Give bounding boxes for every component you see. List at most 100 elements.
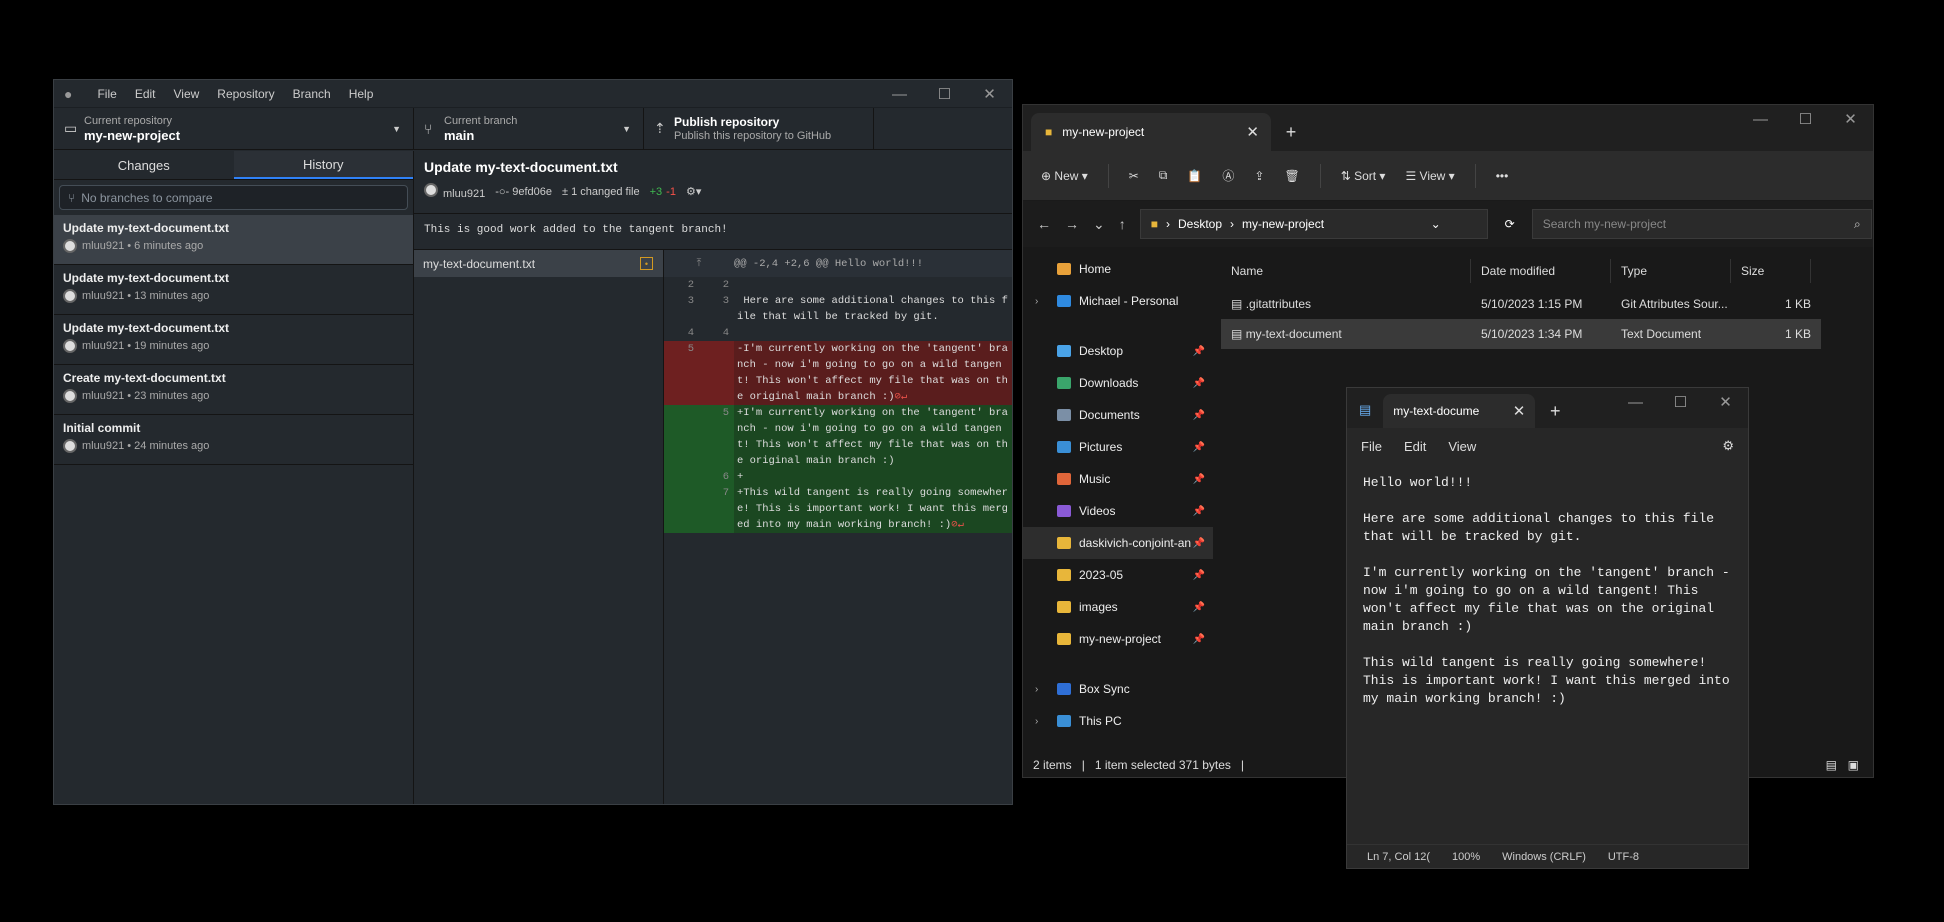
pin-icon[interactable]: 📌 <box>1193 378 1205 389</box>
line-number: 3 <box>722 295 729 307</box>
gh-menu-edit[interactable]: Edit <box>126 87 165 101</box>
pin-icon[interactable]: 📌 <box>1193 634 1205 645</box>
sidebar-item[interactable]: Downloads 📌 <box>1023 367 1213 399</box>
file-name: .gitattributes <box>1245 297 1312 311</box>
upload-icon: ⇡ <box>654 120 666 136</box>
commit-item[interactable]: Update my-text-document.txt mluu921 • 13 … <box>54 265 413 315</box>
sidebar-item[interactable]: Videos 📌 <box>1023 495 1213 527</box>
more-options-icon[interactable]: ••• <box>1496 169 1509 183</box>
new-tab-icon[interactable]: + <box>1535 394 1575 428</box>
path-bar[interactable]: ■ › Desktop › my-new-project ⌄ ⟳ <box>1139 209 1515 239</box>
gear-icon[interactable]: ⚙ <box>1722 438 1734 454</box>
np-menu-view[interactable]: View <box>1448 439 1476 454</box>
sidebar-item[interactable]: › Box Sync <box>1023 673 1213 705</box>
close-icon[interactable]: ✕ <box>967 80 1012 108</box>
chevron-right-icon[interactable]: › <box>1035 684 1038 695</box>
sidebar-item[interactable]: Documents 📌 <box>1023 399 1213 431</box>
col-name[interactable]: Name <box>1221 259 1471 283</box>
minimize-icon[interactable]: — <box>877 80 922 108</box>
pin-icon[interactable]: 📌 <box>1193 474 1205 485</box>
current-repository-button[interactable]: ▭ Current repository my-new-project ▼ <box>54 108 414 149</box>
pin-icon[interactable]: 📌 <box>1193 570 1205 581</box>
gh-menu-repository[interactable]: Repository <box>208 87 283 101</box>
expand-icon[interactable]: ⤒ <box>664 258 734 270</box>
commit-item[interactable]: Update my-text-document.txt mluu921 • 6 m… <box>54 215 413 265</box>
minimize-icon[interactable]: — <box>1738 105 1783 133</box>
forward-icon[interactable]: → <box>1065 216 1079 232</box>
minimize-icon[interactable]: — <box>1613 388 1658 416</box>
tab-changes[interactable]: Changes <box>54 151 234 179</box>
changed-file-item[interactable]: my-text-document.txt • <box>414 250 663 277</box>
up-icon[interactable]: ↑ <box>1119 216 1126 232</box>
gh-menu-branch[interactable]: Branch <box>284 87 340 101</box>
maximize-icon[interactable]: ☐ <box>1658 388 1703 416</box>
close-tab-icon[interactable]: ✕ <box>1246 123 1259 141</box>
new-button[interactable]: ⊕ New ▾ <box>1041 169 1088 183</box>
tiles-view-icon[interactable]: ▣ <box>1848 758 1859 772</box>
chevron-right-icon[interactable]: › <box>1035 716 1038 727</box>
np-menu-edit[interactable]: Edit <box>1404 439 1426 454</box>
col-date[interactable]: Date modified <box>1471 259 1611 283</box>
notepad-tab[interactable]: my-text-docume ✕ <box>1383 394 1536 428</box>
chevron-right-icon[interactable]: › <box>1035 296 1038 307</box>
pin-icon[interactable]: 📌 <box>1193 346 1205 357</box>
np-menu-file[interactable]: File <box>1361 439 1382 454</box>
maximize-icon[interactable]: ☐ <box>1783 105 1828 133</box>
sidebar-item[interactable]: › This PC <box>1023 705 1213 737</box>
gh-menu-file[interactable]: File <box>88 87 125 101</box>
col-type[interactable]: Type <box>1611 259 1731 283</box>
copy-icon[interactable]: ⧉ <box>1159 168 1168 183</box>
commit-item[interactable]: Initial commit mluu921 • 24 minutes ago <box>54 415 413 465</box>
close-tab-icon[interactable]: ✕ <box>1513 402 1526 420</box>
share-icon[interactable]: ⇪ <box>1254 169 1264 183</box>
gh-menu-help[interactable]: Help <box>340 87 383 101</box>
cut-icon[interactable]: ✂ <box>1129 169 1139 183</box>
sidebar-item[interactable]: my-new-project 📌 <box>1023 623 1213 655</box>
file-size: 1 KB <box>1784 297 1811 311</box>
refresh-icon[interactable]: ⟳ <box>1505 217 1515 231</box>
paste-icon[interactable]: 📋 <box>1187 169 1202 183</box>
col-size[interactable]: Size <box>1731 259 1811 283</box>
file-type: Git Attributes Sour... <box>1621 297 1728 311</box>
commit-item[interactable]: Update my-text-document.txt mluu921 • 19 … <box>54 315 413 365</box>
notepad-text-area[interactable]: Hello world!!! Here are some additional … <box>1347 464 1748 718</box>
sidebar-item[interactable]: Desktop 📌 <box>1023 335 1213 367</box>
tab-history[interactable]: History <box>233 151 413 179</box>
details-view-icon[interactable]: ▤ <box>1826 758 1837 772</box>
pin-icon[interactable]: 📌 <box>1193 602 1205 613</box>
gh-menu-view[interactable]: View <box>165 87 209 101</box>
close-icon[interactable]: ✕ <box>1828 105 1873 133</box>
sidebar-item[interactable]: Home <box>1023 253 1213 285</box>
pin-icon[interactable]: 📌 <box>1193 410 1205 421</box>
publish-repository-button[interactable]: ⇡ Publish repository Publish this reposit… <box>644 108 874 149</box>
search-input[interactable]: Search my-new-project ⌕ <box>1531 209 1872 239</box>
sidebar-item[interactable]: images 📌 <box>1023 591 1213 623</box>
rename-icon[interactable]: Ⓐ <box>1222 167 1234 184</box>
commit-item[interactable]: Create my-text-document.txt mluu921 • 23 … <box>54 365 413 415</box>
sidebar-item[interactable]: › Michael - Personal <box>1023 285 1213 317</box>
view-button[interactable]: ☰ View ▾ <box>1405 169 1454 183</box>
sidebar-item[interactable]: 2023-05 📌 <box>1023 559 1213 591</box>
sort-button[interactable]: ⇅ Sort ▾ <box>1341 169 1386 183</box>
branch-compare-input[interactable]: ⑂ No branches to compare <box>59 185 408 210</box>
recent-chevron-icon[interactable]: ⌄ <box>1093 216 1105 233</box>
back-icon[interactable]: ← <box>1037 216 1051 232</box>
breadcrumb-desktop[interactable]: Desktop <box>1178 217 1222 231</box>
breadcrumb-project[interactable]: my-new-project <box>1242 217 1324 231</box>
close-icon[interactable]: ✕ <box>1703 388 1748 416</box>
pin-icon[interactable]: 📌 <box>1193 506 1205 517</box>
current-branch-button[interactable]: ⑂ Current branch main ▼ <box>414 108 644 149</box>
new-tab-icon[interactable]: + <box>1271 113 1311 151</box>
file-row[interactable]: ▤ .gitattributes 5/10/2023 1:15 PM Git A… <box>1221 289 1873 319</box>
explorer-tab[interactable]: ■ my-new-project ✕ <box>1031 113 1271 151</box>
sidebar-item[interactable]: Pictures 📌 <box>1023 431 1213 463</box>
file-row[interactable]: ▤ my-text-document 5/10/2023 1:34 PM Tex… <box>1221 319 1821 349</box>
delete-icon[interactable]: 🗑 <box>1284 169 1299 183</box>
pin-icon[interactable]: 📌 <box>1193 442 1205 453</box>
gear-icon[interactable]: ⚙▾ <box>686 185 701 198</box>
pin-icon[interactable]: 📌 <box>1193 538 1205 549</box>
sidebar-item[interactable]: Music 📌 <box>1023 463 1213 495</box>
sidebar-item[interactable]: daskivich-conjoint-an 📌 <box>1023 527 1213 559</box>
maximize-icon[interactable]: ☐ <box>922 80 967 108</box>
chevron-down-icon[interactable]: ⌄ <box>1431 217 1441 231</box>
